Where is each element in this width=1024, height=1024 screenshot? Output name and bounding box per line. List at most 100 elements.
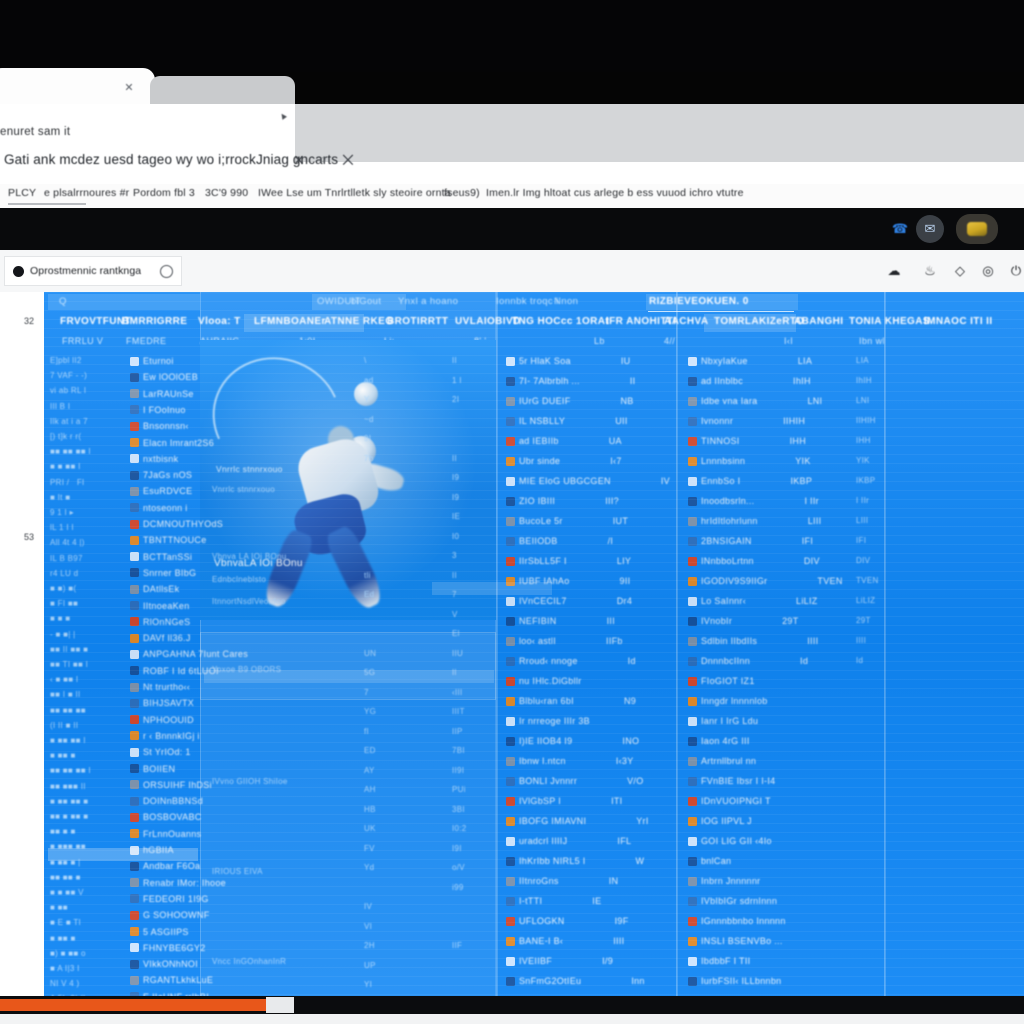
note-row[interactable] (212, 507, 215, 516)
list-row[interactable]: Lo SaInnr‹ LiLIZ (688, 596, 818, 606)
column-header[interactable]: Ionnbk troqc i (496, 296, 559, 307)
value-row[interactable]: IHH (856, 436, 871, 445)
note-row[interactable] (212, 822, 215, 831)
profile-icon[interactable]: ⨉ (339, 150, 357, 170)
name-row[interactable]: BIHJSAVTX (130, 698, 194, 708)
address-bar[interactable]: Gati ank mcdez uesd tageo wy wo i;rrockJ… (0, 148, 940, 178)
list-row[interactable]: Iaon 4rG III (688, 736, 802, 746)
note-row[interactable] (212, 417, 215, 426)
icon-row[interactable]: IL B B97 (50, 554, 83, 563)
icon-row[interactable]: lL 1 I I (50, 523, 74, 532)
list-row[interactable]: DnnnbcIInn Id (688, 656, 808, 666)
icon-row[interactable]: ■ FI ■■ (50, 599, 78, 608)
column-header[interactable]: LFMNBOANEr (254, 316, 326, 327)
column-header[interactable]: ABANGHI (794, 316, 843, 327)
icon-row[interactable]: ■■ ■■■ II (50, 782, 86, 791)
name-row[interactable]: DAVf Il36.J (130, 633, 191, 643)
value-row[interactable]: 3 (452, 551, 457, 560)
list-row[interactable]: IBOFG IMIAVNI YrI (506, 816, 649, 826)
icon-row[interactable]: ■■ ■■ ■ (50, 873, 81, 882)
value-row[interactable] (452, 434, 455, 443)
list-row[interactable]: Inngdr lnnnnlob (688, 696, 820, 706)
icon-row[interactable]: - ■ ■| | (50, 630, 76, 639)
icon-row[interactable]: ■ ■) ■( (50, 584, 76, 593)
note-row[interactable]: IRIOUS EIVA (212, 867, 263, 876)
list-row[interactable]: INSLI BSENVBo ... (688, 936, 835, 946)
value-row[interactable] (452, 922, 455, 931)
icon-row[interactable]: ■ It ■ (50, 493, 70, 502)
name-row[interactable]: DCMNOUTHYOdS (130, 519, 223, 529)
power-icon[interactable]: ⏻ (1006, 261, 1024, 281)
avatar[interactable] (956, 214, 998, 244)
list-row[interactable]: IUrG DUEIF NB (506, 396, 634, 406)
note-row[interactable]: ItnnortNsdlVeoIdoo (212, 597, 285, 606)
zoom-icon[interactable]: ○ (314, 150, 332, 170)
icon-row[interactable]: ■ ■■ ■■ I (50, 736, 86, 745)
value-row[interactable]: IIP (452, 727, 463, 736)
code-row[interactable] (364, 883, 367, 892)
column-header[interactable]: BMRRIGRRE (122, 316, 187, 327)
badge-icon[interactable]: ◎ (978, 261, 998, 281)
value-row[interactable]: I0:2 (452, 824, 467, 833)
value-row[interactable]: LIII (856, 516, 868, 525)
value-row[interactable]: TVEN (856, 576, 879, 585)
drop-outline-icon[interactable]: ◇ (950, 261, 970, 281)
name-row[interactable]: Renabr IMor: Ihooe (130, 878, 226, 888)
icon-row[interactable]: ■) ■ ■■ o (50, 949, 86, 958)
name-row[interactable]: Snrner BIbG (130, 568, 196, 578)
list-row[interactable]: bnlCan (688, 856, 784, 866)
note-row[interactable] (212, 462, 215, 471)
value-row[interactable]: IIF (452, 941, 462, 950)
note-row[interactable]: Vncc InGOnhanInR (212, 957, 286, 966)
note-row[interactable] (212, 530, 215, 539)
value-row[interactable]: o/V (452, 863, 465, 872)
note-row[interactable] (212, 890, 215, 899)
list-row[interactable]: NEFIBIN III (506, 616, 615, 626)
list-row[interactable]: ZIO IBIII III? (506, 496, 619, 506)
name-row[interactable]: EsuRDVCE (130, 486, 192, 496)
list-row[interactable]: Inoodbsrln... I IIr (688, 496, 819, 506)
code-row[interactable]: 9I (364, 434, 371, 443)
name-row[interactable]: RlOnNGeS (130, 617, 190, 627)
icon-row[interactable]: r4 LU d (50, 569, 78, 578)
value-row[interactable]: 3BI (452, 805, 465, 814)
icon-row[interactable]: E]pbl lI2 (50, 356, 82, 365)
list-row[interactable]: BucoLe 5r IUT (506, 516, 628, 526)
code-row[interactable]: HB (364, 805, 376, 814)
list-row[interactable]: INnbboLrtnn DIV (688, 556, 820, 566)
list-row[interactable]: Ibnw I.ntcn I‹3Y (506, 756, 634, 766)
data-grid[interactable]: Q OWIDUIT blGout Ynxl a hoano Ionnbk tro… (44, 292, 1024, 1008)
code-row[interactable]: YG (364, 707, 376, 716)
column-header[interactable]: BROTIRRTT (387, 316, 448, 327)
chevron-up-icon[interactable]: ▴ (277, 109, 288, 122)
list-row[interactable]: UFLOGKN I9F (506, 916, 629, 926)
icon-row[interactable]: ■ ■ ■ (50, 614, 70, 623)
value-row[interactable]: II (452, 356, 457, 365)
name-row[interactable]: DAtllsEk (130, 584, 179, 594)
name-row[interactable]: BCTTanSSi (130, 552, 192, 562)
chat-icon[interactable]: ✉ (916, 215, 944, 243)
name-row[interactable]: r ‹ BnnnkIGj i (130, 731, 200, 741)
name-row[interactable]: VIkkONhNOI (130, 959, 198, 969)
list-row[interactable]: IhKrIbb NIRL5 I W (506, 856, 644, 866)
column-header[interactable]: RIZBIEVEOKUEN. 0 (649, 296, 749, 307)
list-row[interactable]: loo‹ astlI IIFb (506, 636, 623, 646)
list-row[interactable]: ad IInblbc IhIH (688, 376, 811, 386)
list-row[interactable]: IVEIIBF I/9 (506, 956, 613, 966)
code-row[interactable]: Yd (364, 863, 374, 872)
value-row[interactable]: LiLIZ (856, 596, 875, 605)
value-row[interactable]: YIK (856, 456, 870, 465)
code-row[interactable] (364, 473, 367, 482)
app-tab-active[interactable]: Oprostmennic rantknga (4, 256, 182, 286)
value-row[interactable]: i99 (452, 883, 464, 892)
icon-row[interactable]: PRI / FI (50, 478, 85, 487)
list-row[interactable]: nu IHlc.DiGbllr (506, 676, 634, 686)
list-row[interactable]: IVnobIr 29T (688, 616, 799, 626)
icon-row[interactable]: ■ ■ ■■ I (50, 462, 81, 471)
progress-bar[interactable] (0, 996, 1024, 1014)
list-row[interactable]: IGnnnbbnbo Innnnn (688, 916, 838, 926)
drop-icon[interactable]: ♨ (920, 261, 940, 281)
list-row[interactable]: FIoGIOT IZ1 (688, 676, 807, 686)
icon-row[interactable]: All 4t 4 |) (50, 538, 85, 547)
value-row[interactable]: IKBP (856, 476, 875, 485)
